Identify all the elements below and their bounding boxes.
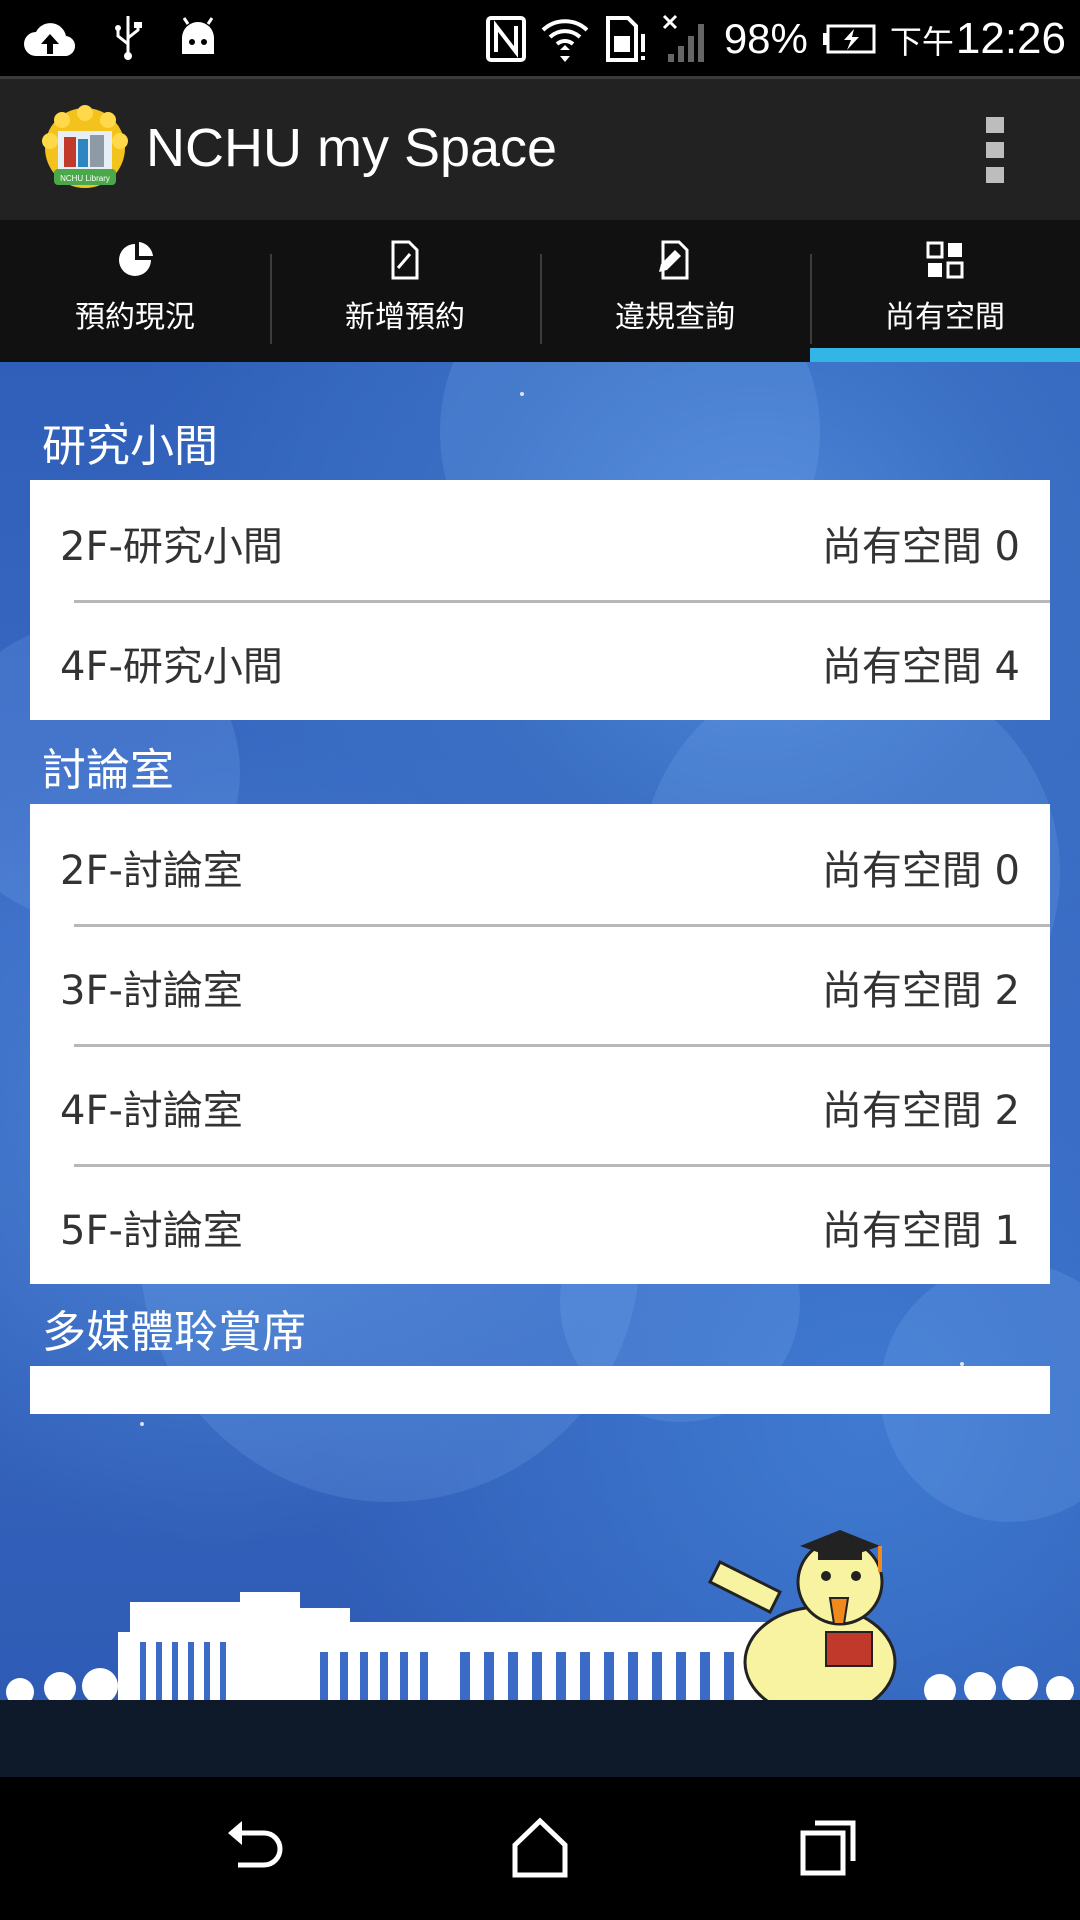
room-availability: 尚有空間 0 <box>821 524 1020 570</box>
app-logo: NCHU Library <box>42 105 128 188</box>
room-name: 2F-研究小間 <box>60 524 283 570</box>
room-availability: 尚有空間 2 <box>821 968 1020 1014</box>
tab-label: 尚有空間 <box>885 300 1005 335</box>
list-item[interactable]: 5F-討論室 尚有空間 1 <box>30 1164 1050 1284</box>
navigation-bar <box>0 1777 1080 1920</box>
tab-label: 違規查詢 <box>615 300 735 335</box>
room-availability: 尚有空間 4 <box>821 644 1020 690</box>
app-logo-text: NCHU Library <box>60 174 110 183</box>
nfc-icon <box>485 16 526 62</box>
wifi-icon <box>541 19 589 62</box>
room-name: 4F-研究小間 <box>60 644 283 690</box>
section-card-multimedia-seat <box>30 1366 1050 1414</box>
cloud-upload-icon <box>24 23 76 57</box>
new-document-icon <box>391 240 419 280</box>
section-title-discussion-room: 討論室 <box>42 745 174 796</box>
app-bar: NCHU Library NCHU my Space <box>0 76 1080 220</box>
tab-violation-query[interactable]: 違規查詢 <box>540 220 810 362</box>
clock-time: 12:26 <box>955 14 1066 63</box>
sim-alert-icon <box>605 16 645 62</box>
status-bar: 98% 下午12:26 <box>0 0 1080 76</box>
duck-mascot-illustration <box>707 1530 897 1731</box>
usb-icon <box>115 16 142 60</box>
list-item[interactable]: 2F-討論室 尚有空間 0 <box>30 804 1050 924</box>
tab-bar: 預約現況 新增預約 違規查詢 尚有空間 <box>0 220 1080 362</box>
section-title-study-room: 研究小間 <box>42 421 218 472</box>
edit-document-icon <box>659 240 689 280</box>
room-name: 4F-討論室 <box>60 1088 243 1134</box>
room-name: 3F-討論室 <box>60 968 243 1014</box>
room-name: 5F-討論室 <box>60 1208 243 1254</box>
recents-icon[interactable] <box>793 1813 863 1883</box>
tab-label: 預約現況 <box>75 300 195 335</box>
tab-new-reservation[interactable]: 新增預約 <box>270 220 540 362</box>
tab-available-space[interactable]: 尚有空間 <box>810 220 1080 362</box>
section-card-discussion-room: 2F-討論室 尚有空間 0 3F-討論室 尚有空間 2 4F-討論室 尚有空間 … <box>30 804 1050 1284</box>
list-item[interactable]: 4F-研究小間 尚有空間 4 <box>30 600 1050 720</box>
list-item[interactable]: 2F-研究小間 尚有空間 0 <box>30 480 1050 600</box>
home-icon[interactable] <box>505 1813 575 1883</box>
pie-chart-icon <box>119 242 153 276</box>
battery-charging-icon <box>822 24 876 54</box>
section-title-multimedia-seat: 多媒體聆賞席 <box>42 1307 306 1358</box>
room-availability: 尚有空間 0 <box>821 848 1020 894</box>
back-icon[interactable] <box>218 1813 288 1883</box>
app-title: NCHU my Space <box>146 118 558 178</box>
section-card-study-room: 2F-研究小間 尚有空間 0 4F-研究小間 尚有空間 4 <box>30 480 1050 720</box>
available-space-list[interactable]: 研究小間 2F-研究小間 尚有空間 0 4F-研究小間 尚有空間 4 討論室 2… <box>0 362 1080 1777</box>
ground-strip <box>0 1700 1080 1777</box>
more-vert-icon[interactable] <box>986 117 1004 183</box>
list-item[interactable]: 3F-討論室 尚有空間 2 <box>30 924 1050 1044</box>
clock-period: 下午 <box>889 23 954 61</box>
battery-percent: 98% <box>723 15 808 62</box>
tab-label: 新增預約 <box>345 300 465 335</box>
android-icon <box>182 17 214 54</box>
no-signal-icon <box>662 14 704 62</box>
grid-icon <box>926 241 964 279</box>
room-availability: 尚有空間 1 <box>821 1208 1020 1254</box>
clock: 下午12:26 <box>890 14 1066 64</box>
list-item[interactable]: 4F-討論室 尚有空間 2 <box>30 1044 1050 1164</box>
tab-reservation-status[interactable]: 預約現況 <box>0 220 270 362</box>
room-availability: 尚有空間 2 <box>821 1088 1020 1134</box>
room-name: 2F-討論室 <box>60 848 243 894</box>
